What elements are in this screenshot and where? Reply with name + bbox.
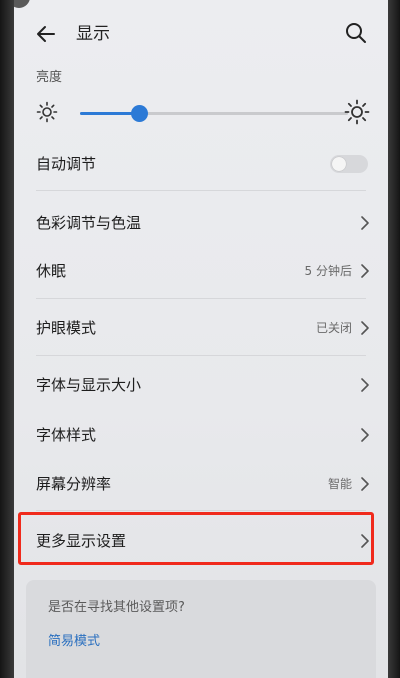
resolution-label: 屏幕分辨率	[36, 475, 112, 493]
divider	[36, 298, 366, 299]
color-temp-label: 色彩调节与色温	[36, 214, 142, 232]
toggle-knob	[332, 157, 346, 171]
divider	[36, 355, 366, 356]
phone-bezel-left	[0, 0, 14, 678]
font-style-row[interactable]: 字体样式	[14, 410, 388, 460]
phone-bezel-right	[388, 0, 400, 678]
divider	[36, 510, 366, 511]
eye-comfort-value: 已关闭	[315, 321, 352, 335]
app-header: 显示	[14, 14, 388, 54]
chevron-right-icon	[361, 321, 369, 335]
chevron-right-icon	[361, 428, 369, 442]
color-temp-row[interactable]: 色彩调节与色温	[14, 198, 388, 248]
settings-screen: 显示 亮度 自动调节 色彩调节与色温 休眠 5 分钟后 护眼模式 已关闭 字体与…	[14, 0, 388, 678]
page-title: 显示	[76, 24, 110, 44]
resolution-row[interactable]: 屏幕分辨率 智能	[14, 459, 388, 509]
brightness-slider-thumb[interactable]	[131, 105, 148, 122]
chevron-right-icon	[361, 378, 369, 392]
brightness-low-icon	[36, 101, 58, 123]
phone-device: 显示 亮度 自动调节 色彩调节与色温 休眠 5 分钟后 护眼模式 已关闭 字体与…	[0, 0, 400, 678]
brightness-label: 亮度	[36, 70, 63, 85]
back-arrow-icon[interactable]	[34, 22, 58, 46]
brightness-high-icon	[344, 99, 370, 125]
simple-mode-link[interactable]: 简易模式	[48, 630, 100, 649]
front-camera	[14, 0, 30, 8]
auto-adjust-row[interactable]: 自动调节	[14, 139, 388, 189]
eye-comfort-label: 护眼模式	[36, 319, 97, 337]
auto-adjust-toggle[interactable]	[330, 155, 368, 173]
suggestion-question: 是否在寻找其他设置项?	[48, 600, 185, 615]
suggestion-card: 是否在寻找其他设置项? 简易模式	[26, 580, 376, 678]
sleep-row[interactable]: 休眠 5 分钟后	[14, 246, 388, 296]
auto-adjust-label: 自动调节	[36, 155, 97, 173]
chevron-right-icon	[361, 477, 369, 491]
eye-comfort-row[interactable]: 护眼模式 已关闭	[14, 303, 388, 353]
sleep-value: 5 分钟后	[304, 264, 352, 278]
search-icon[interactable]	[344, 21, 368, 45]
sleep-label: 休眠	[36, 262, 67, 280]
font-size-label: 字体与显示大小	[36, 376, 142, 394]
chevron-right-icon	[361, 264, 369, 278]
highlight-annotation-box	[18, 512, 374, 565]
font-style-label: 字体样式	[36, 426, 97, 444]
divider	[36, 190, 366, 191]
chevron-right-icon	[361, 216, 369, 230]
resolution-value: 智能	[327, 477, 352, 491]
brightness-slider[interactable]	[80, 105, 348, 122]
font-size-row[interactable]: 字体与显示大小	[14, 360, 388, 410]
